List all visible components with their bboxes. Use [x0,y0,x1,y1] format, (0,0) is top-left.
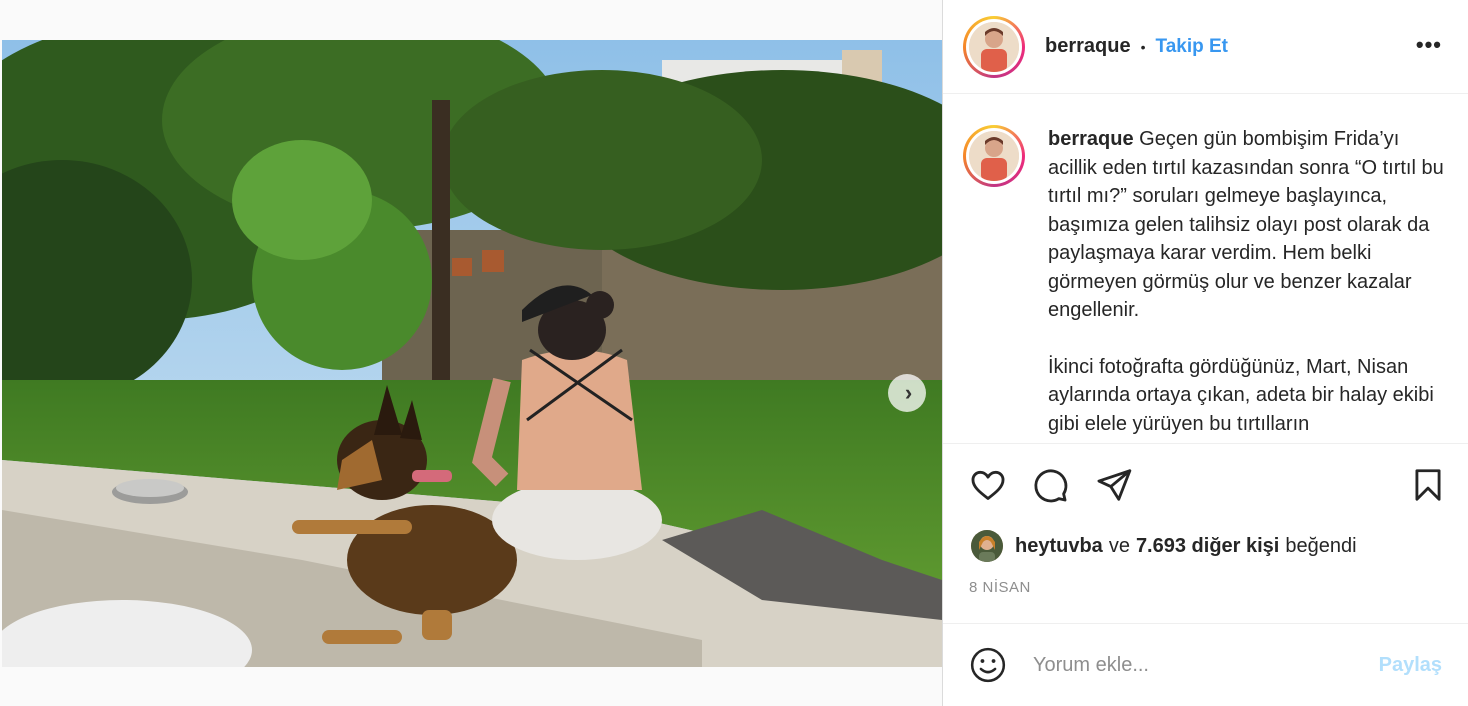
likes-suffix: beğendi [1285,534,1357,557]
post-date[interactable]: 8 NİSAN [969,579,1031,596]
caption-story-ring[interactable] [963,125,1025,187]
likes-summary: heytuvba ve 7.693 diğer kişi beğendi [971,530,1357,562]
carousel-next-button[interactable]: › [888,374,926,412]
avatar [969,21,1019,72]
chevron-right-icon: › [904,380,913,405]
caption-avatar [969,131,1019,181]
caption-username[interactable]: berraque [1048,128,1134,150]
caption-area: berraque Geçen gün bombişim Frida’yı aci… [943,95,1468,443]
post-author-username[interactable]: berraque [1045,35,1131,58]
comment-input[interactable] [1033,653,1363,677]
action-bar [943,443,1468,527]
post-side-panel: berraque • Takip Et ••• berraque Geçen g… [942,0,1468,706]
story-ring[interactable] [963,15,1025,78]
media-area: › [0,0,942,706]
comment-icon[interactable] [1031,466,1069,504]
send-icon[interactable] [1095,466,1133,504]
post-header: berraque • Takip Et ••• [943,0,1468,94]
follow-button[interactable]: Takip Et [1156,36,1229,58]
first-liker-username[interactable]: heytuvba [1015,535,1103,558]
other-likes-count[interactable]: 7.693 diğer kişi [1136,535,1279,558]
comment-bar: Paylaş [943,623,1468,706]
post-comment-button[interactable]: Paylaş [1379,654,1442,677]
heart-icon[interactable] [969,466,1007,504]
liker-avatar[interactable] [971,530,1003,562]
post-photo[interactable]: › [2,40,942,667]
likes-connector: ve [1108,534,1130,557]
caption-text: berraque Geçen gün bombişim Frida’yı aci… [1048,125,1448,443]
emoji-icon[interactable] [969,646,1007,684]
more-horizontal-icon[interactable]: ••• [1416,32,1442,58]
bookmark-icon[interactable] [1409,466,1447,504]
caption-paragraph-2: İkinci fotoğrafta gördüğünüz, Mart, Nisa… [1048,355,1434,435]
separator-dot: • [1140,38,1146,55]
caption-paragraph-1: Geçen gün bombişim Frida’yı acillik eden… [1048,128,1444,321]
